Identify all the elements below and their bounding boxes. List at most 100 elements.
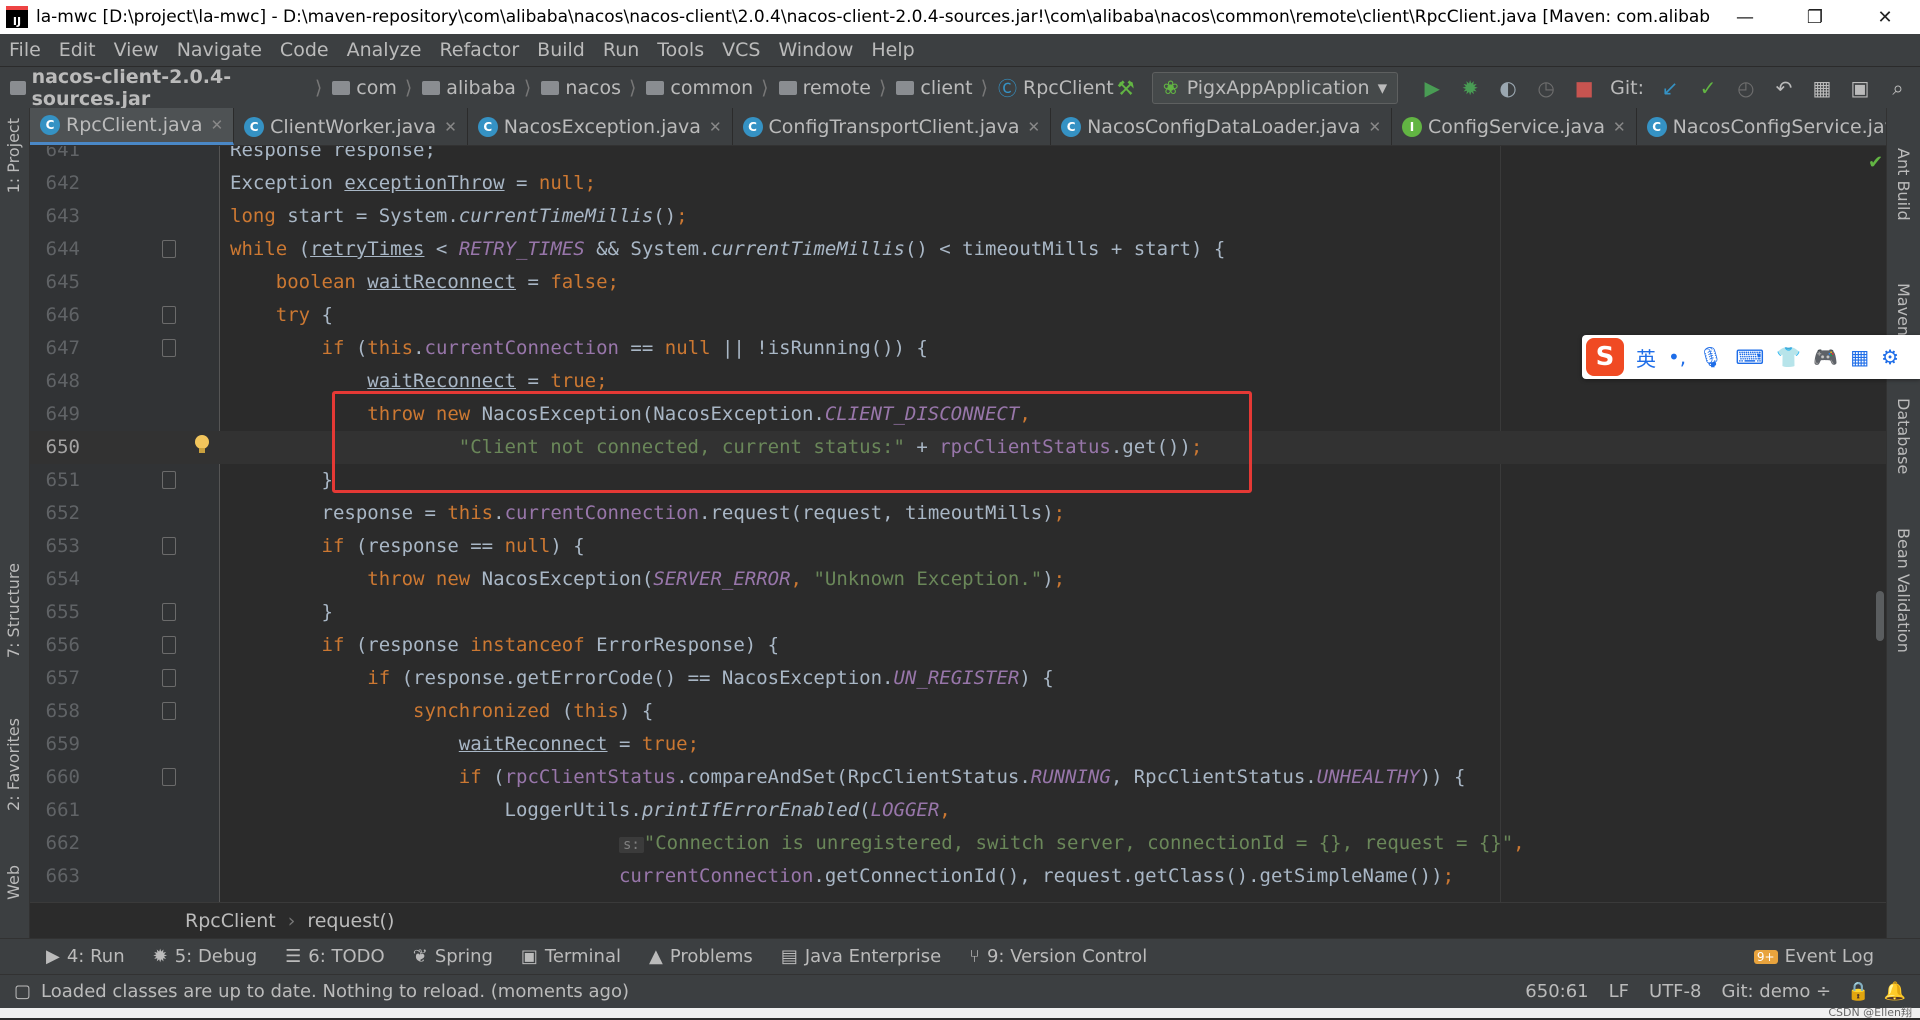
favorites-tool-button[interactable]: 2: Favorites bbox=[4, 718, 23, 811]
breadcrumb-nacos[interactable]: nacos ⟩ bbox=[531, 77, 636, 99]
git-update-icon[interactable]: ↙ bbox=[1658, 76, 1682, 100]
caret-position[interactable]: 650:61 bbox=[1525, 981, 1608, 1002]
file-encoding[interactable]: UTF-8 bbox=[1649, 981, 1721, 1002]
profiler-icon[interactable]: ◷ bbox=[1534, 76, 1558, 100]
grid-menu-icon[interactable]: ▦ bbox=[1850, 345, 1869, 369]
ime-language-toggle[interactable]: 英 bbox=[1636, 343, 1656, 372]
menu-edit[interactable]: Edit bbox=[50, 39, 105, 61]
terminal-tool-button[interactable]: ▣ Terminal bbox=[507, 946, 635, 967]
run-tool-button[interactable]: ▶ 4: Run bbox=[0, 946, 139, 967]
close-tab-icon[interactable]: ✕ bbox=[211, 116, 224, 134]
restore-button[interactable]: ❐ bbox=[1780, 0, 1850, 34]
status-toggle-icon[interactable]: ▢ bbox=[14, 981, 31, 1002]
close-tab-icon[interactable]: ✕ bbox=[444, 118, 457, 136]
maven-tool-button[interactable]: Maven bbox=[1894, 283, 1913, 336]
todo-tool-button[interactable]: ☰ 6: TODO bbox=[271, 946, 399, 967]
ime-toolbar[interactable]: S 英 •, 🎙 ⌨ 👕 🎮 ▦ ⚙ bbox=[1582, 335, 1920, 379]
tab-configservice[interactable]: I ConfigService.java ✕ bbox=[1392, 108, 1637, 145]
keyboard-icon[interactable]: ⌨ bbox=[1736, 345, 1765, 369]
breadcrumb-client[interactable]: client ⟩ bbox=[886, 77, 988, 99]
debug-tool-button[interactable]: ✹ 5: Debug bbox=[139, 946, 272, 967]
close-button[interactable]: ✕ bbox=[1850, 0, 1920, 34]
project-tool-button[interactable]: 1: Project bbox=[4, 118, 23, 193]
menu-code[interactable]: Code bbox=[271, 39, 338, 61]
fold-marker-icon[interactable] bbox=[162, 768, 176, 786]
menu-navigate[interactable]: Navigate bbox=[168, 39, 271, 61]
fold-marker-icon[interactable] bbox=[162, 636, 176, 654]
skin-icon[interactable]: 👕 bbox=[1776, 345, 1801, 369]
fold-marker-icon[interactable] bbox=[162, 306, 176, 324]
punctuation-icon[interactable]: •, bbox=[1668, 345, 1686, 369]
menu-analyze[interactable]: Analyze bbox=[338, 39, 431, 61]
database-tool-button[interactable]: Database bbox=[1894, 398, 1913, 474]
run-config-label: PigxAppApplication bbox=[1186, 76, 1370, 99]
git-commit-icon[interactable]: ✓ bbox=[1696, 76, 1720, 100]
fold-marker-icon[interactable] bbox=[162, 603, 176, 621]
breadcrumb-rpcclient[interactable]: Ⓒ RpcClient bbox=[988, 74, 1114, 101]
close-tab-icon[interactable]: ✕ bbox=[1613, 118, 1626, 136]
menu-file[interactable]: File bbox=[0, 39, 50, 61]
menu-vcs[interactable]: VCS bbox=[713, 39, 769, 61]
breadcrumb-com[interactable]: com ⟩ bbox=[322, 77, 412, 99]
fold-marker-icon[interactable] bbox=[162, 537, 176, 555]
presentation-icon[interactable]: ▣ bbox=[1848, 76, 1872, 100]
version-control-tool-button[interactable]: ⑂ 9: Version Control bbox=[955, 946, 1161, 967]
search-icon[interactable]: ⌕ bbox=[1886, 76, 1910, 100]
debug-icon[interactable]: ✹ bbox=[1458, 76, 1482, 100]
editor-scrollbar[interactable] bbox=[1876, 591, 1884, 641]
tab-configtransportclient[interactable]: C ConfigTransportClient.java ✕ bbox=[733, 108, 1052, 145]
run-icon[interactable]: ▶ bbox=[1420, 76, 1444, 100]
lock-icon[interactable]: 🔒 bbox=[1847, 981, 1883, 1002]
problems-tool-button[interactable]: ▲ Problems bbox=[635, 946, 767, 967]
close-tab-icon[interactable]: ✕ bbox=[1368, 118, 1381, 136]
tab-nacosconfigservice[interactable]: CNacosConfigService.java✕ bbox=[1637, 108, 1920, 145]
breadcrumb-class[interactable]: RpcClient bbox=[185, 910, 276, 932]
tab-nacosexception[interactable]: C NacosException.java ✕ bbox=[468, 108, 733, 145]
breadcrumb-common[interactable]: common ⟩ bbox=[636, 77, 769, 99]
git-branch[interactable]: Git: demo ÷ bbox=[1722, 981, 1848, 1002]
menu-run[interactable]: Run bbox=[594, 39, 648, 61]
gamepad-icon[interactable]: 🎮 bbox=[1813, 345, 1838, 369]
stop-icon[interactable]: ■ bbox=[1572, 76, 1596, 100]
git-rollback-icon[interactable]: ↶ bbox=[1772, 76, 1796, 100]
microphone-icon[interactable]: 🎙 bbox=[1698, 345, 1723, 369]
fold-marker-icon[interactable] bbox=[162, 339, 176, 357]
fold-marker-icon[interactable] bbox=[162, 702, 176, 720]
git-history-icon[interactable]: ◴ bbox=[1734, 76, 1758, 100]
run-configuration-select[interactable]: ❀ PigxAppApplication ▾ bbox=[1151, 71, 1399, 104]
menu-refactor[interactable]: Refactor bbox=[430, 39, 528, 61]
web-tool-button[interactable]: Web bbox=[4, 865, 23, 900]
menu-build[interactable]: Build bbox=[528, 39, 594, 61]
spring-tool-button[interactable]: ❦ Spring bbox=[399, 946, 507, 967]
project-structure-icon[interactable]: ▦ bbox=[1810, 76, 1834, 100]
close-tab-icon[interactable]: ✕ bbox=[709, 118, 722, 136]
tab-clientworker[interactable]: C ClientWorker.java ✕ bbox=[234, 108, 468, 145]
bean-validation-tool-button[interactable]: Bean Validation bbox=[1894, 528, 1913, 653]
breadcrumb-method[interactable]: request() bbox=[307, 910, 394, 932]
menu-help[interactable]: Help bbox=[862, 39, 923, 61]
menu-tools[interactable]: Tools bbox=[648, 39, 713, 61]
event-log-button[interactable]: 9+ Event Log bbox=[1740, 946, 1920, 967]
fold-marker-icon[interactable] bbox=[162, 669, 176, 687]
build-hammer-icon[interactable]: ⚒ bbox=[1114, 76, 1138, 100]
ant-build-tool-button[interactable]: Ant Build bbox=[1894, 148, 1913, 221]
fold-marker-icon[interactable] bbox=[162, 471, 176, 489]
tab-nacosconfigdataloader[interactable]: C NacosConfigDataLoader.java ✕ bbox=[1051, 108, 1393, 145]
menu-view[interactable]: View bbox=[105, 39, 168, 61]
close-tab-icon[interactable]: ✕ bbox=[1028, 118, 1041, 136]
line-separator[interactable]: LF bbox=[1609, 981, 1649, 1002]
minimize-button[interactable]: — bbox=[1710, 0, 1780, 34]
tab-rpcclient[interactable]: C RpcClient.java ✕ bbox=[30, 108, 235, 145]
code-editor[interactable]: 641 Response response; 642 Exception excep… bbox=[30, 146, 1886, 902]
breadcrumb-alibaba[interactable]: alibaba ⟩ bbox=[412, 77, 531, 99]
notifications-icon[interactable]: 🔔 bbox=[1884, 981, 1920, 1002]
coverage-icon[interactable]: ◐ bbox=[1496, 76, 1520, 100]
menu-window[interactable]: Window bbox=[769, 39, 862, 61]
fold-marker-icon[interactable] bbox=[162, 240, 176, 258]
java-enterprise-tool-button[interactable]: ▤ Java Enterprise bbox=[767, 946, 955, 967]
breadcrumb-remote[interactable]: remote ⟩ bbox=[769, 77, 886, 99]
settings-icon[interactable]: ⚙ bbox=[1881, 345, 1899, 369]
structure-tool-button[interactable]: 7: Structure bbox=[4, 563, 23, 658]
lightbulb-icon[interactable] bbox=[194, 434, 210, 456]
breadcrumb-jar[interactable]: nacos-client-2.0.4-sources.jar ⟩ bbox=[0, 66, 322, 110]
